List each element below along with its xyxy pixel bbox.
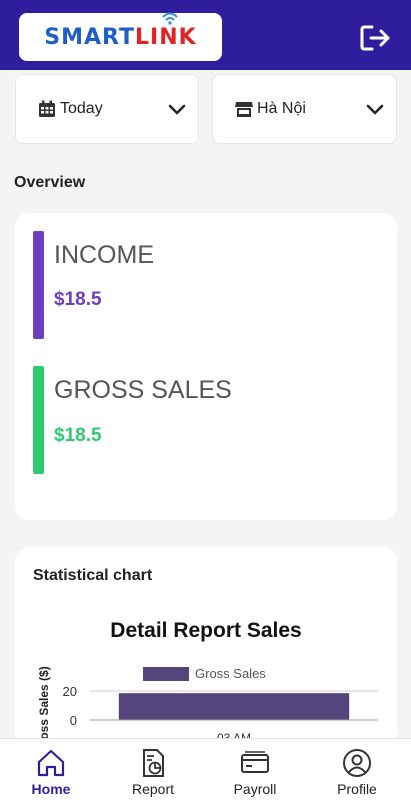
logout-icon <box>360 25 390 51</box>
location-filter-dropdown[interactable]: Hà Nội <box>212 74 397 144</box>
nav-home[interactable]: Home <box>0 739 102 801</box>
legend-label: Gross Sales <box>195 666 266 681</box>
home-icon <box>37 749 65 777</box>
profile-icon <box>343 749 371 777</box>
nav-payroll-label: Payroll <box>233 781 277 797</box>
gross-sales-label: GROSS SALES <box>54 376 232 404</box>
income-accent-bar <box>33 231 44 339</box>
chevron-down-icon <box>168 104 186 115</box>
logo-link-text: LINK <box>135 12 197 50</box>
y-tick-label: 20 <box>63 684 77 699</box>
wifi-icon <box>162 12 178 25</box>
logo-smart-text: SMART <box>44 24 136 50</box>
income-value: $18.5 <box>54 289 102 310</box>
location-filter-value: Hà Nội <box>257 100 306 117</box>
bottom-navigation: Home Report Payroll Profile <box>0 738 411 801</box>
smartlink-logo: SMART LINK <box>19 12 222 61</box>
y-axis-title: Gross Sales ($) <box>37 666 51 747</box>
chevron-down-icon <box>366 104 384 115</box>
legend-swatch <box>143 667 189 681</box>
gross-sales-accent-bar <box>33 366 44 474</box>
statistical-chart-card: Statistical chart Detail Report Sales Gr… <box>15 547 397 747</box>
bar <box>118 693 350 720</box>
payroll-icon <box>241 751 269 773</box>
overview-card: INCOME $18.5 GROSS SALES $18.5 <box>15 213 397 520</box>
date-filter-dropdown[interactable]: Today <box>15 74 199 144</box>
report-icon <box>143 749 164 777</box>
overview-title: Overview <box>14 174 86 191</box>
logout-button[interactable] <box>360 24 392 52</box>
app-header: SMART LINK <box>0 0 411 70</box>
date-filter-value: Today <box>60 100 103 117</box>
nav-profile[interactable]: Profile <box>306 739 408 801</box>
nav-profile-label: Profile <box>337 781 377 797</box>
nav-home-label: Home <box>31 781 71 797</box>
logo-link-label: LINK <box>135 24 197 50</box>
gross-sales-value: $18.5 <box>54 425 102 446</box>
calendar-icon <box>39 100 55 117</box>
store-icon <box>235 102 253 117</box>
y-tick-label: 0 <box>70 713 77 728</box>
nav-report[interactable]: Report <box>102 739 204 801</box>
income-label: INCOME <box>54 241 154 269</box>
sales-chart: Gross SalesGross Sales ($)02003 AM <box>37 666 378 747</box>
nav-report-label: Report <box>131 781 175 797</box>
nav-payroll[interactable]: Payroll <box>204 739 306 801</box>
